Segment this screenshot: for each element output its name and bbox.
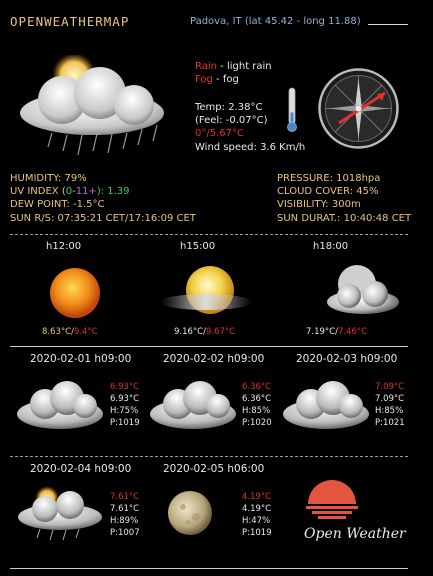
cloud-icon [15, 378, 105, 434]
hourly-temp-3-max: 7.46°C [337, 327, 368, 337]
uv-value: ): 1.39 [96, 186, 130, 197]
daily-1-temp: 6.93°C [110, 394, 140, 404]
wind-speed: Wind speed: 3.6 Km/h [195, 142, 306, 153]
daily-info-5: 4.19°C 4.19°C H:47% P:1019 [242, 491, 272, 539]
visibility: VISIBILITY: 300m [277, 199, 361, 210]
dew-point: DEW POINT: -1.5°C [10, 199, 105, 210]
section-divider [10, 346, 408, 348]
sun-duration: SUN DURAT.: 10:40:48 CET [277, 213, 412, 224]
daily-2-temp-red: 6.36°C [242, 382, 272, 392]
daily-3-pressure: P:1021 [375, 418, 405, 428]
hourly-temp-1-max: 9.4°C [73, 327, 98, 337]
daily-1-humidity: H:75% [110, 406, 139, 416]
moon-icon [166, 489, 214, 537]
daily-date-2: 2020-02-02 h09:00 [163, 353, 265, 365]
cloud-cover: CLOUD COVER: 45% [277, 186, 379, 197]
daily-info-3: 7.09°C 7.09°C H:85% P:1021 [375, 381, 405, 429]
daily-info-1: 6.93°C 6.93°C H:75% P:1019 [110, 381, 140, 429]
daily-date-3: 2020-02-03 h09:00 [296, 353, 398, 365]
feels-like: (Feel: -0.07°C) [195, 115, 268, 126]
daily-3-temp: 7.09°C [375, 394, 405, 404]
daily-5-temp-red: 4.19°C [242, 492, 272, 502]
daily-5-humidity: H:47% [242, 516, 271, 526]
sun-rain-cloud-icon [15, 485, 105, 541]
daily-info-2: 6.36°C 6.36°C H:85% P:1020 [242, 381, 272, 429]
weather-condition-rain: Rain - light rain [195, 60, 272, 73]
sun-haze-icon [160, 262, 252, 322]
daily-4-temp-red: 7.61°C [110, 492, 140, 502]
app-title: OPENWEATHERMAP [10, 14, 130, 29]
daily-date-5: 2020-02-05 h06:00 [163, 463, 265, 475]
bottom-divider [10, 568, 408, 570]
max-temp: 5.67°C [209, 128, 244, 139]
min-max-temp: 0°/5.67°C [195, 127, 244, 140]
logo-text: Open Weather [304, 526, 406, 542]
hourly-temp-1-min: 8.63°C/ [42, 327, 74, 337]
sunrise-sunset: SUN R/S: 07:35:21 CET/17:16:09 CET [10, 213, 196, 224]
hourly-temp-3-min: 7.19°C/ [306, 327, 338, 337]
daily-3-temp-red: 7.09°C [375, 382, 405, 392]
daily-5-pressure: P:1019 [242, 528, 272, 538]
current-weather-icon [12, 53, 172, 165]
rain-value: - light rain [216, 61, 272, 72]
daily-2-pressure: P:1020 [242, 418, 272, 428]
daily-4-humidity: H:89% [110, 516, 139, 526]
humidity: HUMIDITY: 79% [10, 172, 87, 185]
uv-label: UV INDEX ( [10, 186, 66, 197]
daily-1-temp-red: 6.93°C [110, 382, 140, 392]
hourly-temp-1: 8.63°C/9.4°C [42, 326, 98, 338]
openweather-logo: Open Weather [300, 476, 410, 556]
fog-value: - fog [212, 74, 239, 85]
fog-key: Fog [195, 74, 213, 85]
hourly-temp-2-min: 9.16°C/ [174, 327, 206, 337]
hourly-label-3: h18:00 [313, 241, 349, 252]
humidity-label: HUMIDITY: 79% [10, 173, 87, 184]
daily-1-pressure: P:1019 [110, 418, 140, 428]
daily-4-pressure: P:1007 [110, 528, 140, 538]
daily-info-4: 7.61°C 7.61°C H:89% P:1007 [110, 491, 140, 539]
hourly-label-1: h12:00 [46, 241, 82, 252]
daily-5-temp: 4.19°C [242, 504, 272, 514]
daily-3-humidity: H:85% [375, 406, 404, 416]
uv-range-high: 11+ [75, 186, 97, 197]
pressure: PRESSURE: 1018hpa [277, 173, 381, 184]
moon-cloud-icon [323, 262, 399, 320]
header-divider [368, 24, 408, 25]
daily-2-humidity: H:85% [242, 406, 271, 416]
hourly-temp-2: 9.16°C/9.67°C [174, 326, 235, 338]
weather-condition-fog: Fog - fog [195, 73, 239, 86]
cloud-icon [148, 378, 238, 434]
min-temp: 0°/ [195, 128, 210, 139]
hourly-label-2: h15:00 [180, 241, 216, 252]
thermometer-icon [287, 87, 297, 132]
cloud-icon [281, 378, 371, 434]
temperature: Temp: 2.38°C [195, 102, 263, 113]
sun-icon [46, 264, 104, 322]
uv-index: UV INDEX (0-11+): 1.39 [10, 185, 130, 198]
section-divider [10, 456, 408, 458]
rain-key: Rain [195, 61, 217, 72]
daily-date-1: 2020-02-01 h09:00 [30, 353, 132, 365]
hourly-temp-3: 7.19°C/7.46°C [306, 326, 367, 338]
daily-date-4: 2020-02-04 h09:00 [30, 463, 132, 475]
section-divider [10, 234, 408, 236]
location-label: Padova, IT (lat 45.42 - long 11.88) [190, 16, 361, 27]
hourly-temp-2-max: 9.67°C [205, 327, 236, 337]
wind-compass-icon [317, 67, 400, 150]
daily-2-temp: 6.36°C [242, 394, 272, 404]
daily-4-temp: 7.61°C [110, 504, 140, 514]
